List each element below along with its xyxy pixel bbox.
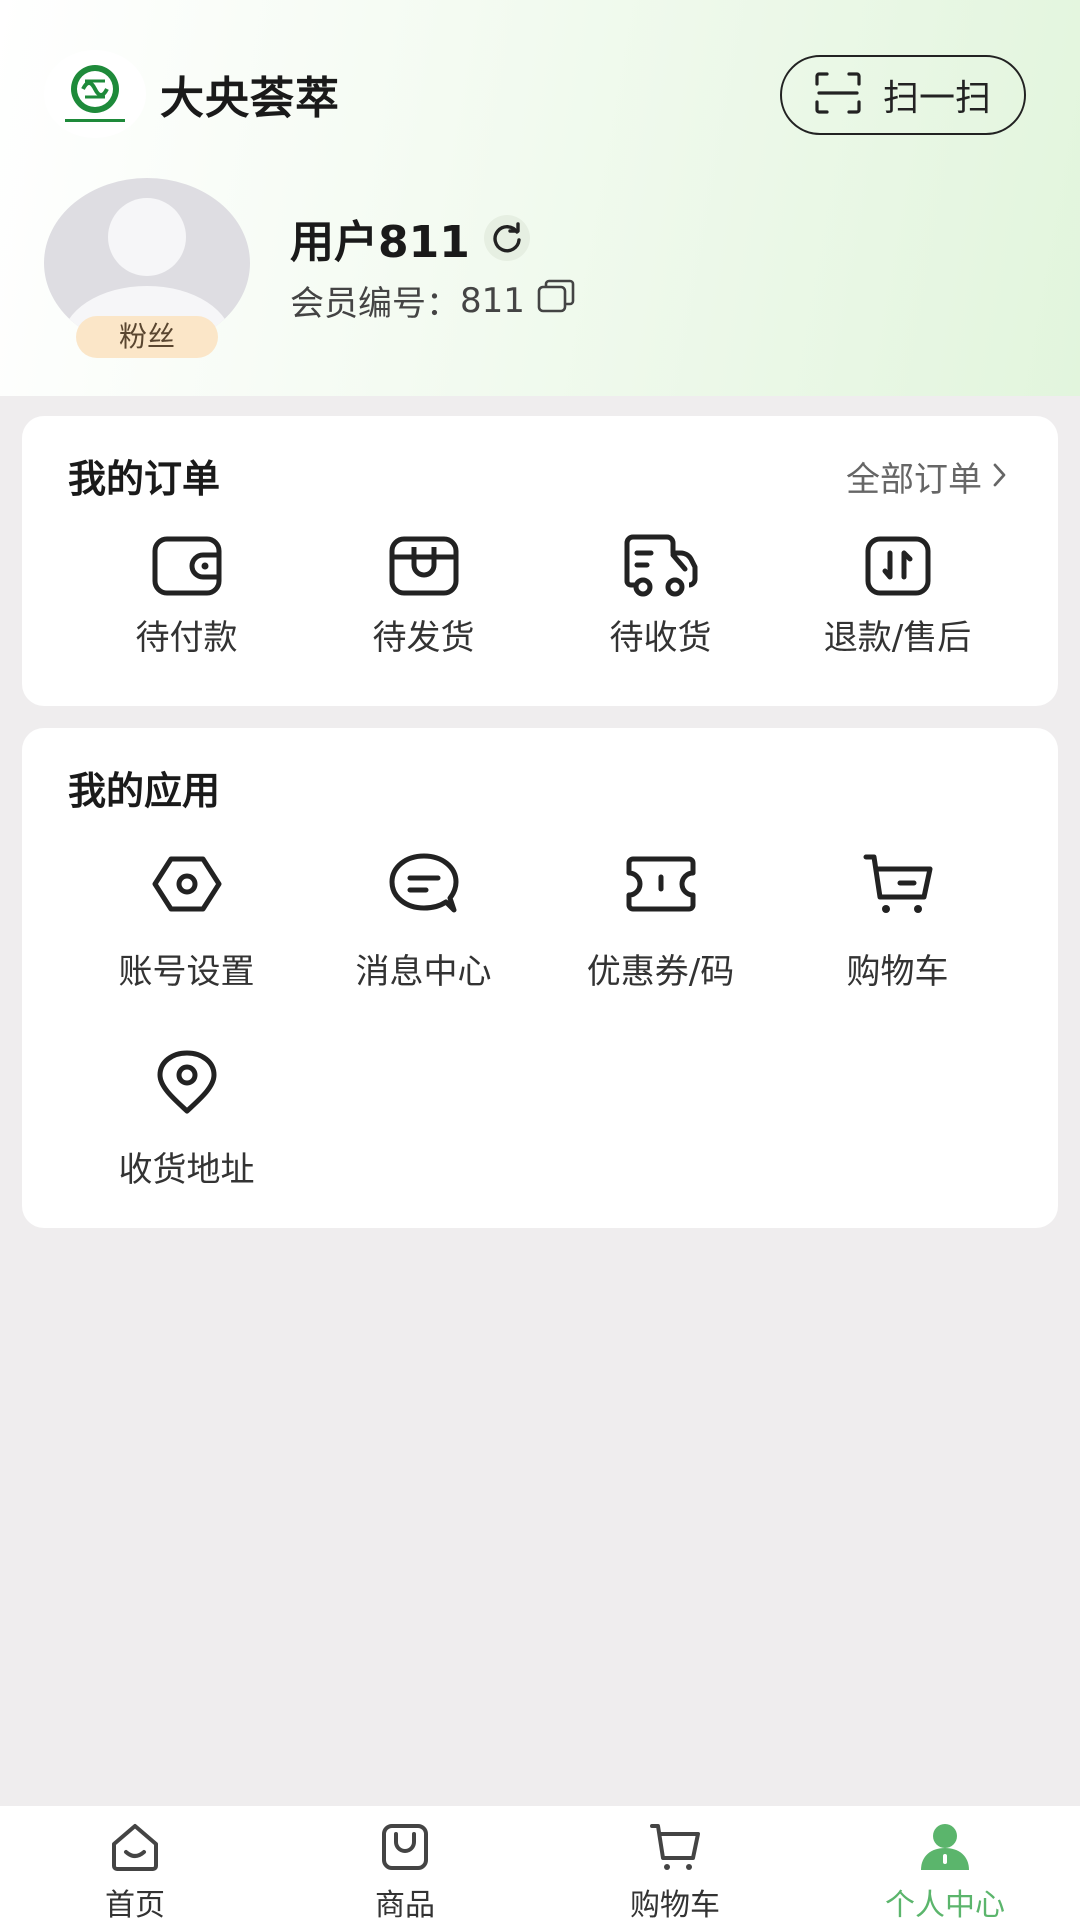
order-pending-shipment[interactable]: 待发货 <box>305 528 542 659</box>
apps-card: 我的应用 账号设置 消息中心 优惠券/码 购物车 收货地址 <box>22 728 1058 1228</box>
order-item-label: 待收货 <box>609 618 712 658</box>
chevron-right-icon <box>992 457 1008 497</box>
tab-products[interactable]: 商品 <box>270 1818 540 1920</box>
cart-icon <box>779 846 1016 922</box>
bottom-tab-bar: 首页 商品 购物车 个人中心 <box>0 1806 1080 1920</box>
refresh-icon[interactable] <box>483 215 530 261</box>
truck-icon <box>542 528 779 604</box>
box-icon <box>305 528 542 604</box>
bag-icon <box>270 1818 540 1876</box>
location-icon <box>68 1044 305 1120</box>
scan-button[interactable]: 扫一扫 <box>780 55 1026 135</box>
brand: 大央荟萃 <box>44 50 340 138</box>
copy-icon[interactable] <box>537 279 575 322</box>
app-shopping-cart[interactable]: 购物车 <box>779 846 1016 993</box>
all-orders-link[interactable]: 全部订单 <box>846 452 1008 501</box>
app-coupons[interactable]: 优惠券/码 <box>542 846 779 993</box>
member-id-row: 会员编号： 811 <box>290 276 575 325</box>
user-name: 用户811 <box>290 206 530 270</box>
message-icon <box>305 846 542 922</box>
settings-icon <box>68 846 305 922</box>
apps-title: 我的应用 <box>68 769 221 813</box>
app-item-label: 消息中心 <box>355 952 492 992</box>
order-item-label: 待发货 <box>372 618 475 658</box>
wallet-icon <box>68 528 305 604</box>
order-pending-receipt[interactable]: 待收货 <box>542 528 779 659</box>
orders-card: 我的订单 全部订单 待付款 待发货 待收货 退款/售后 <box>22 416 1058 706</box>
order-item-label: 退款/售后 <box>823 618 972 658</box>
order-item-label: 待付款 <box>135 618 238 658</box>
member-id-value: 811 <box>460 280 525 321</box>
order-refund-aftersale[interactable]: 退款/售后 <box>779 528 1016 659</box>
cart-icon <box>540 1818 810 1876</box>
brand-name: 大央荟萃 <box>160 73 340 124</box>
app-account-settings[interactable]: 账号设置 <box>68 846 305 993</box>
app-item-label: 购物车 <box>846 952 949 992</box>
tab-cart[interactable]: 购物车 <box>540 1818 810 1920</box>
app-shipping-address[interactable]: 收货地址 <box>68 1044 305 1191</box>
all-orders-label: 全部订单 <box>846 460 982 500</box>
tab-profile[interactable]: 个人中心 <box>810 1818 1080 1920</box>
member-id-label: 会员编号： <box>290 284 460 324</box>
order-pending-payment[interactable]: 待付款 <box>68 528 305 659</box>
user-name-text: 用户811 <box>290 217 470 268</box>
app-message-center[interactable]: 消息中心 <box>305 846 542 993</box>
profile-icon <box>810 1818 1080 1876</box>
refund-icon <box>779 528 1016 604</box>
member-level-badge: 粉丝 <box>76 316 218 358</box>
tab-label: 个人中心 <box>885 1888 1005 1920</box>
scan-label: 扫一扫 <box>882 78 991 119</box>
avatar[interactable]: 粉丝 <box>44 178 250 358</box>
brand-logo <box>44 50 146 138</box>
app-item-label: 收货地址 <box>118 1150 255 1190</box>
profile-header: 大央荟萃 扫一扫 粉丝 用户811 会员编号： 811 <box>0 0 1080 396</box>
app-item-label: 账号设置 <box>118 952 255 992</box>
tab-home[interactable]: 首页 <box>0 1818 270 1920</box>
scan-icon <box>815 72 861 118</box>
home-icon <box>0 1818 270 1876</box>
tab-label: 商品 <box>375 1888 435 1920</box>
app-item-label: 优惠券/码 <box>586 952 735 992</box>
tab-label: 首页 <box>105 1888 165 1920</box>
coupon-icon <box>542 846 779 922</box>
orders-title: 我的订单 <box>68 457 221 501</box>
tab-label: 购物车 <box>630 1888 720 1920</box>
